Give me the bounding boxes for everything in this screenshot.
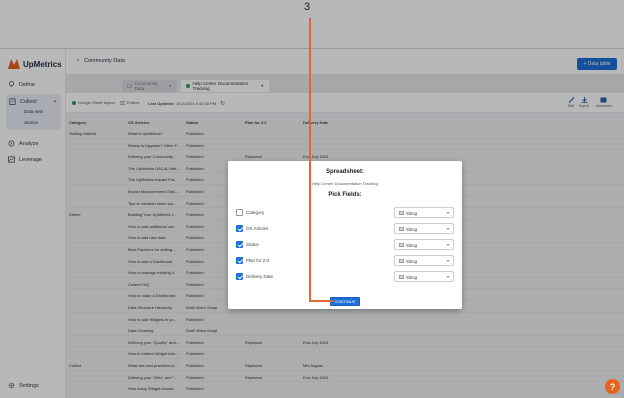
field-row: Delivery Date String ▾ <box>236 271 456 283</box>
field-type-value: String <box>406 227 417 232</box>
text-type-icon <box>399 211 404 215</box>
field-type-select[interactable]: String ▾ <box>394 271 454 282</box>
field-type-select[interactable]: String ▾ <box>394 207 454 218</box>
field-label: OS Articles <box>246 226 269 231</box>
text-type-icon <box>399 259 404 263</box>
continue-button[interactable]: CONTINUE <box>330 297 360 306</box>
field-row: OS Articles String ▾ <box>236 223 456 235</box>
field-checkbox[interactable] <box>236 241 243 248</box>
field-checkbox[interactable] <box>236 273 243 280</box>
field-checkbox[interactable] <box>236 209 243 216</box>
field-row: Category String ▾ <box>236 207 456 219</box>
screenshot-root: UpMetrics Define Collect ▲ Data sets Sto… <box>0 0 624 398</box>
field-type-select[interactable]: String ▾ <box>394 223 454 234</box>
step-number: 3 <box>304 1 311 13</box>
field-label: Delivery Date <box>246 274 274 279</box>
chevron-down-icon: ▾ <box>446 258 449 263</box>
help-button[interactable]: ? <box>605 379 620 394</box>
field-type-value: String <box>406 259 417 264</box>
field-checkbox[interactable] <box>236 257 243 264</box>
chevron-down-icon: ▾ <box>446 210 449 215</box>
continue-label: CONTINUE <box>334 299 356 304</box>
chevron-down-icon: ▾ <box>446 226 449 231</box>
text-type-icon <box>399 243 404 247</box>
chevron-down-icon: ▾ <box>446 274 449 279</box>
field-type-value: String <box>406 275 417 280</box>
annotation-pointer-tail <box>309 300 333 302</box>
field-row: Plan for 2.0 String ▾ <box>236 255 456 267</box>
text-type-icon <box>399 227 404 231</box>
pick-fields-heading: Pick Fields: <box>328 192 362 198</box>
help-label: ? <box>609 381 616 392</box>
spreadsheet-name: Help Center Documentation Tracking <box>312 181 378 186</box>
annotation-pointer-line <box>309 18 311 302</box>
field-label: Status <box>246 242 259 247</box>
pick-fields-dialog: Spreadsheet: Help Center Documentation T… <box>228 161 462 309</box>
dialog-heading: Spreadsheet: <box>325 169 364 175</box>
field-type-select[interactable]: String ▾ <box>394 239 454 250</box>
field-row: Status String ▾ <box>236 239 456 251</box>
field-checkbox[interactable] <box>236 225 243 232</box>
field-type-value: String <box>406 211 417 216</box>
chevron-down-icon: ▾ <box>446 242 449 247</box>
text-type-icon <box>399 275 404 279</box>
field-type-select[interactable]: String ▾ <box>394 255 454 266</box>
field-type-value: String <box>406 243 417 248</box>
field-label: Plan for 2.0 <box>246 258 270 263</box>
field-label: Category <box>246 210 265 215</box>
